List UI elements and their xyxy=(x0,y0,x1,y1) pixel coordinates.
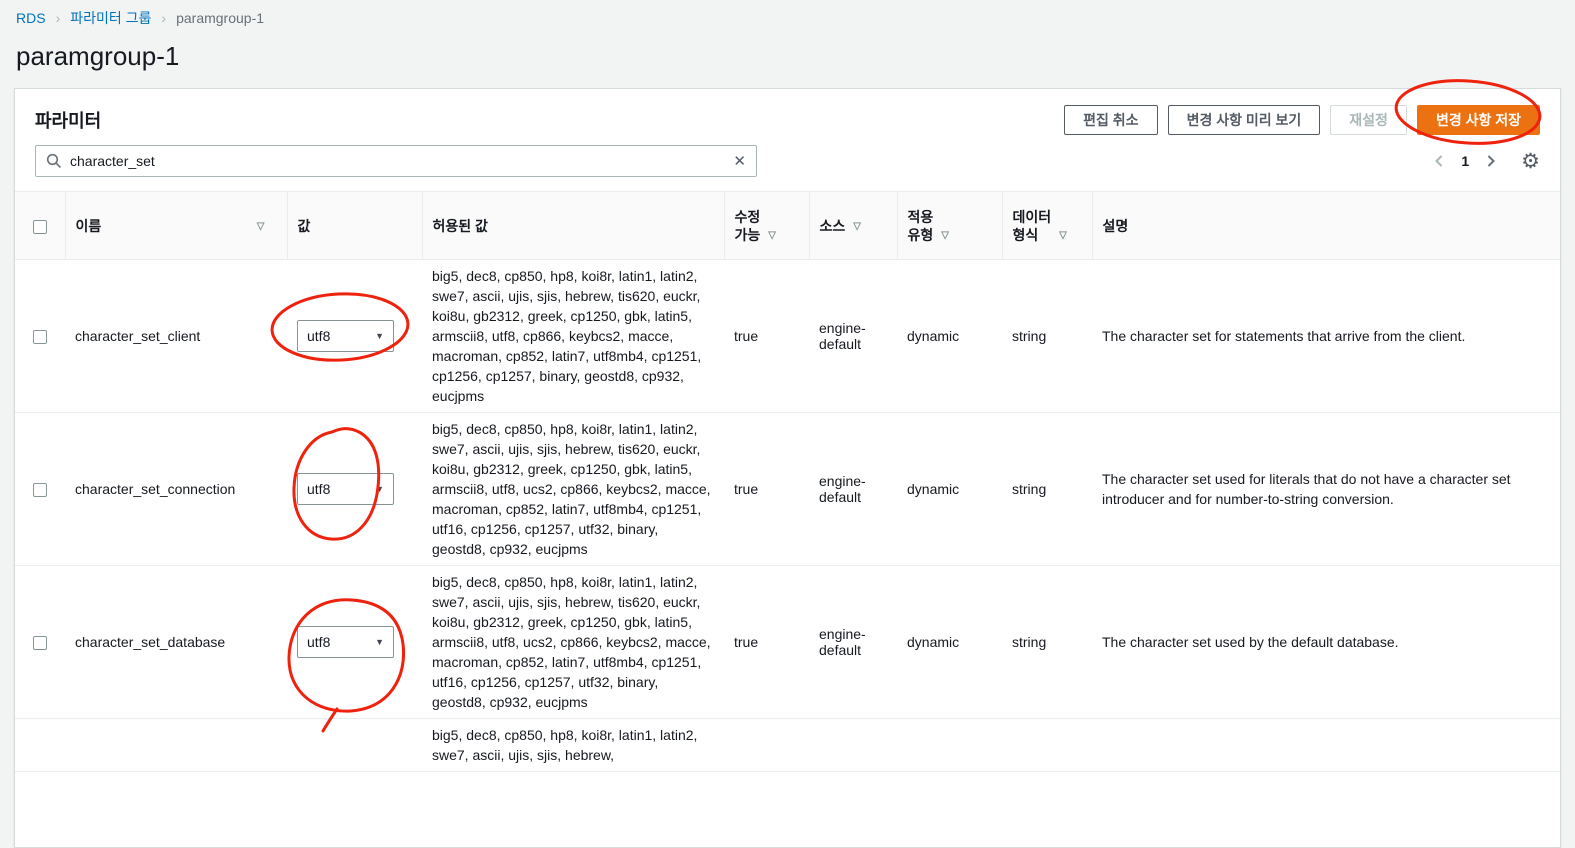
search-icon xyxy=(46,153,62,169)
value-select-text: utf8 xyxy=(307,634,331,650)
search-box: ✕ xyxy=(35,145,757,177)
description xyxy=(1092,718,1560,772)
save-changes-button[interactable]: 변경 사항 저장 xyxy=(1416,105,1540,135)
panel-title: 파라미터 xyxy=(35,111,102,131)
column-header-source[interactable]: 소스 xyxy=(820,217,846,235)
breadcrumb-rds[interactable]: RDS xyxy=(16,10,46,26)
chevron-down-icon: ▼ xyxy=(375,637,384,647)
column-header-data-type[interactable]: 데이터 형식 xyxy=(1013,208,1052,244)
apply-type-value xyxy=(897,718,1002,772)
value-select-text: utf8 xyxy=(307,328,331,344)
current-page[interactable]: 1 xyxy=(1461,153,1469,169)
value-select[interactable]: utf8 ▼ xyxy=(297,626,394,658)
column-header-modifiable[interactable]: 수정 가능 xyxy=(735,208,761,244)
breadcrumb-parameter-groups[interactable]: 파라미터 그룹 xyxy=(70,8,151,28)
value-select[interactable]: utf8 ▼ xyxy=(297,320,394,352)
select-all-checkbox[interactable] xyxy=(32,219,47,234)
reset-button[interactable]: 재설정 xyxy=(1330,105,1407,135)
data-type-value: string xyxy=(1002,565,1092,719)
data-type-value xyxy=(1002,718,1092,772)
apply-type-value: dynamic xyxy=(897,259,1002,413)
data-type-value: string xyxy=(1002,259,1092,413)
clear-search-icon[interactable]: ✕ xyxy=(733,154,746,169)
table-toolbar: ✕ 1 ⚙ xyxy=(15,143,1560,177)
param-name: character_set_connection xyxy=(65,412,287,566)
modifiable-value xyxy=(724,718,809,772)
param-name: character_set_client xyxy=(65,259,287,413)
column-header-name[interactable]: 이름 xyxy=(76,217,102,235)
modifiable-value: true xyxy=(724,412,809,566)
value-select-text: utf8 xyxy=(307,481,331,497)
value-select[interactable]: utf8 ▼ xyxy=(297,473,394,505)
settings-gear-icon[interactable]: ⚙ xyxy=(1521,151,1540,172)
data-type-value: string xyxy=(1002,412,1092,566)
sort-icon[interactable] xyxy=(1059,225,1067,244)
apply-type-value: dynamic xyxy=(897,565,1002,719)
description: The character set used for literals that… xyxy=(1092,412,1560,566)
page-title: paramgroup-1 xyxy=(16,41,180,71)
column-header-allowed-values: 허용된 값 xyxy=(432,217,488,234)
parameters-table: 이름 값 허용된 값 수정 가능 소스 적용 유형 데이터 형식 설명 char… xyxy=(15,191,1560,772)
source-value xyxy=(809,718,897,772)
row-checkbox[interactable] xyxy=(33,483,47,498)
next-page-icon[interactable] xyxy=(1485,153,1497,169)
description: The character set for statements that ar… xyxy=(1092,259,1560,413)
param-name xyxy=(65,718,287,772)
column-header-description: 설명 xyxy=(1102,217,1129,234)
allowed-values: big5, dec8, cp850, hp8, koi8r, latin1, l… xyxy=(422,259,724,413)
table-row: character_set_client utf8 ▼ big5, dec8, … xyxy=(15,259,1560,413)
breadcrumb-separator-icon: › xyxy=(161,10,167,26)
chevron-down-icon: ▼ xyxy=(375,331,384,341)
modifiable-value: true xyxy=(724,259,809,413)
sort-icon[interactable] xyxy=(941,225,949,244)
preview-changes-button[interactable]: 변경 사항 미리 보기 xyxy=(1167,105,1321,135)
panel-actions: 편집 취소 변경 사항 미리 보기 재설정 변경 사항 저장 xyxy=(1064,105,1540,135)
table-row-partial: ▼ big5, dec8, cp850, hp8, koi8r, latin1,… xyxy=(15,718,1560,772)
panel-header: 파라미터 편집 취소 변경 사항 미리 보기 재설정 변경 사항 저장 xyxy=(15,89,1560,143)
sort-icon[interactable] xyxy=(768,225,776,244)
row-checkbox[interactable] xyxy=(33,636,47,651)
table-header-row: 이름 값 허용된 값 수정 가능 소스 적용 유형 데이터 형식 설명 xyxy=(15,191,1560,260)
column-header-value: 값 xyxy=(297,217,311,234)
pagination: 1 ⚙ xyxy=(1433,151,1540,172)
search-input[interactable] xyxy=(70,153,726,169)
table-row: character_set_connection utf8 ▼ big5, de… xyxy=(15,412,1560,566)
description: The character set used by the default da… xyxy=(1092,565,1560,719)
breadcrumb: RDS › 파라미터 그룹 › paramgroup-1 xyxy=(16,8,1559,28)
source-value: engine-default xyxy=(809,259,897,413)
table-row: character_set_database utf8 ▼ big5, dec8… xyxy=(15,565,1560,719)
apply-type-value: dynamic xyxy=(897,412,1002,566)
source-value: engine-default xyxy=(809,412,897,566)
breadcrumb-separator-icon: › xyxy=(55,10,61,26)
row-checkbox[interactable] xyxy=(33,330,47,345)
allowed-values: big5, dec8, cp850, hp8, koi8r, latin1, l… xyxy=(422,412,724,566)
allowed-values: big5, dec8, cp850, hp8, koi8r, latin1, l… xyxy=(422,565,724,719)
sort-icon[interactable] xyxy=(853,216,861,235)
prev-page-icon[interactable] xyxy=(1433,153,1445,169)
column-header-apply-type[interactable]: 적용 유형 xyxy=(908,208,934,244)
modifiable-value: true xyxy=(724,565,809,719)
parameters-panel: 파라미터 편집 취소 변경 사항 미리 보기 재설정 변경 사항 저장 ✕ 1 … xyxy=(14,88,1561,848)
chevron-down-icon: ▼ xyxy=(375,484,384,494)
allowed-values: big5, dec8, cp850, hp8, koi8r, latin1, l… xyxy=(422,718,724,772)
param-name: character_set_database xyxy=(65,565,287,719)
cancel-edit-button[interactable]: 편집 취소 xyxy=(1064,105,1158,135)
sort-icon[interactable] xyxy=(257,216,265,235)
breadcrumb-current: paramgroup-1 xyxy=(176,10,265,26)
source-value: engine-default xyxy=(809,565,897,719)
breadcrumb-bar: RDS › 파라미터 그룹 › paramgroup-1 xyxy=(0,0,1575,28)
